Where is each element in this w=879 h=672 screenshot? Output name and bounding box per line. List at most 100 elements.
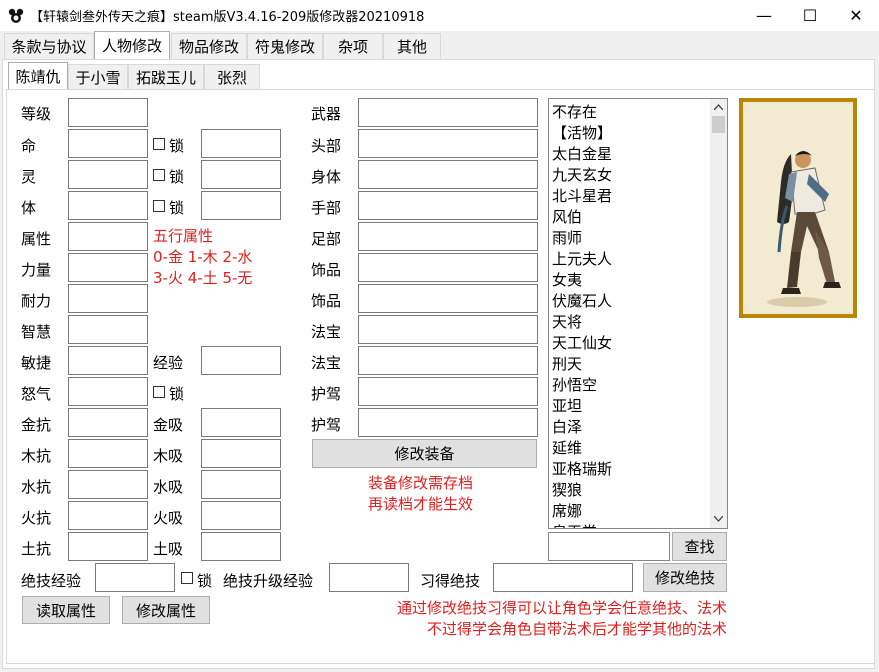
search-input[interactable] (548, 532, 670, 561)
spirit-input[interactable] (68, 160, 148, 189)
tab-items[interactable]: 物品修改 (171, 33, 247, 59)
equipment-note-line1: 装备修改需存档 (368, 474, 474, 492)
water-absorb-input[interactable] (201, 470, 281, 499)
list-item[interactable]: 太白金星 (552, 144, 727, 165)
tab-talismans[interactable]: 符鬼修改 (247, 33, 323, 59)
list-item[interactable]: 皇天堂 (552, 522, 727, 528)
list-item[interactable]: 延维 (552, 438, 727, 459)
modify-attributes-button[interactable]: 修改属性 (122, 596, 210, 624)
weapon-input[interactable] (358, 98, 538, 127)
life-lock-checkbox[interactable] (153, 138, 165, 150)
spirit-max-input[interactable] (201, 160, 281, 189)
list-item[interactable]: 雨师 (552, 228, 727, 249)
body-armor-input[interactable] (358, 160, 538, 189)
body-lock-label: 锁 (169, 199, 185, 217)
list-item[interactable]: 白泽 (552, 417, 727, 438)
tab-terms[interactable]: 条款与协议 (4, 33, 94, 59)
rage-lock-checkbox[interactable] (153, 386, 165, 398)
vertical-scrollbar[interactable] (710, 99, 727, 528)
endurance-label: 耐力 (21, 292, 52, 310)
scroll-up-arrow-icon[interactable] (714, 104, 723, 110)
rage-lock-label: 锁 (169, 385, 185, 403)
metal-resist-input[interactable] (68, 408, 148, 437)
treasure2-input[interactable] (358, 346, 538, 375)
list-item[interactable]: 风伯 (552, 207, 727, 228)
endurance-input[interactable] (68, 284, 148, 313)
body-armor-label: 身体 (311, 168, 342, 186)
list-item[interactable]: 女夷 (552, 270, 727, 291)
tab-tuoba-yuer[interactable]: 拓跋玉儿 (128, 64, 204, 90)
list-item[interactable]: 伏魔石人 (552, 291, 727, 312)
fire-absorb-input[interactable] (201, 501, 281, 530)
wood-resist-input[interactable] (68, 439, 148, 468)
rage-input[interactable] (68, 377, 148, 406)
treasure1-input[interactable] (358, 315, 538, 344)
wisdom-input[interactable] (68, 315, 148, 344)
accessory2-input[interactable] (358, 284, 538, 313)
experience-input[interactable] (201, 346, 281, 375)
water-resist-input[interactable] (68, 470, 148, 499)
earth-absorb-input[interactable] (201, 532, 281, 561)
tab-chen-jingchou[interactable]: 陈靖仇 (8, 62, 68, 90)
scroll-thumb[interactable] (712, 116, 725, 133)
list-item[interactable]: 天将 (552, 312, 727, 333)
body-lock-checkbox[interactable] (153, 200, 165, 212)
tab-other[interactable]: 其他 (383, 33, 441, 59)
guardian2-input[interactable] (358, 408, 538, 437)
tab-zhang-lie[interactable]: 张烈 (204, 64, 260, 90)
tab-misc[interactable]: 杂项 (323, 33, 383, 59)
body-label: 体 (21, 199, 37, 217)
agility-label: 敏捷 (21, 354, 52, 372)
skill-exp-input[interactable] (95, 563, 175, 592)
spirit-lock-checkbox[interactable] (153, 169, 165, 181)
learned-skill-input[interactable] (493, 563, 633, 592)
attribute-input[interactable] (68, 222, 148, 251)
list-item[interactable]: 【活物】 (552, 123, 727, 144)
strength-input[interactable] (68, 253, 148, 282)
read-attributes-button[interactable]: 读取属性 (22, 596, 110, 624)
list-item[interactable]: 亚格瑞斯 (552, 459, 727, 480)
modify-skill-button[interactable]: 修改绝技 (643, 563, 727, 592)
metal-absorb-input[interactable] (201, 408, 281, 437)
treasure1-label: 法宝 (311, 323, 342, 341)
hand-label: 手部 (311, 199, 342, 217)
wood-absorb-input[interactable] (201, 439, 281, 468)
guardian1-input[interactable] (358, 377, 538, 406)
search-button[interactable]: 查找 (672, 532, 727, 561)
head-input[interactable] (358, 129, 538, 158)
list-item[interactable]: 天工仙女 (552, 333, 727, 354)
list-item[interactable]: 不存在 (552, 102, 727, 123)
list-item[interactable]: 上元夫人 (552, 249, 727, 270)
list-item[interactable]: 席娜 (552, 501, 727, 522)
modify-equipment-button[interactable]: 修改装备 (312, 439, 537, 468)
hand-input[interactable] (358, 191, 538, 220)
close-button[interactable]: ✕ (833, 0, 879, 31)
foot-input[interactable] (358, 222, 538, 251)
scroll-down-arrow-icon[interactable] (714, 516, 723, 522)
list-item[interactable]: 孙悟空 (552, 375, 727, 396)
skill-exp-lock-checkbox[interactable] (181, 572, 193, 584)
equipment-note-line2: 再读档才能生效 (368, 495, 474, 513)
earth-resist-input[interactable] (68, 532, 148, 561)
maximize-button[interactable]: ☐ (787, 0, 833, 31)
skill-upgrade-exp-input[interactable] (329, 563, 409, 592)
fire-resist-input[interactable] (68, 501, 148, 530)
life-max-input[interactable] (201, 129, 281, 158)
list-item[interactable]: 亚坦 (552, 396, 727, 417)
list-item[interactable]: 猰狼 (552, 480, 727, 501)
body-max-input[interactable] (201, 191, 281, 220)
minimize-button[interactable]: — (741, 0, 787, 31)
tab-character[interactable]: 人物修改 (94, 31, 170, 59)
body-input[interactable] (68, 191, 148, 220)
list-item[interactable]: 北斗星君 (552, 186, 727, 207)
item-listbox[interactable]: 不存在 【活物】 太白金星 九天玄女 北斗星君 风伯 雨师 上元夫人 女夷 伏魔石人 天将 天工仙女刑… (548, 98, 728, 529)
list-item[interactable]: 九天玄女 (552, 165, 727, 186)
list-item[interactable]: 刑天 (552, 354, 727, 375)
tab-yu-xiaoxue[interactable]: 于小雪 (68, 64, 128, 90)
water-absorb-label: 水吸 (153, 478, 184, 496)
agility-input[interactable] (68, 346, 148, 375)
app-icon (8, 8, 24, 23)
accessory1-input[interactable] (358, 253, 538, 282)
life-input[interactable] (68, 129, 148, 158)
level-input[interactable] (68, 98, 148, 127)
